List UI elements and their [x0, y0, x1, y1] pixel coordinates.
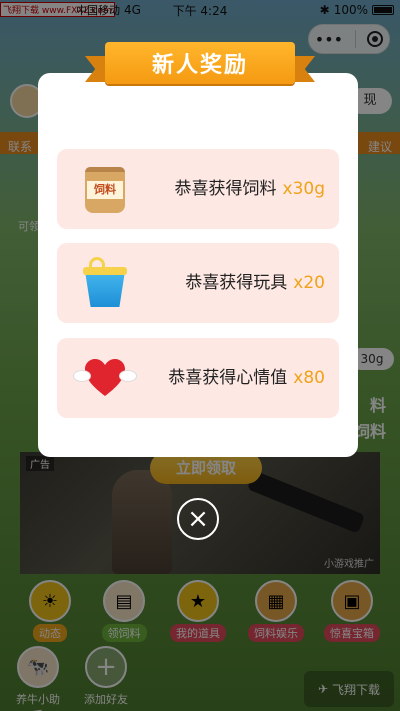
close-icon: ×	[187, 504, 209, 534]
reward-text: 恭喜获得玩具	[185, 273, 288, 293]
winged-heart-icon	[73, 352, 137, 404]
bucket-toy-icon	[79, 257, 131, 309]
reward-qty: x20	[293, 273, 325, 293]
reward-item-mood: 恭喜获得心情值 x80	[57, 338, 339, 418]
reward-qty: x30g	[282, 179, 325, 199]
feed-bag-body: 饲料	[85, 167, 125, 213]
modal-title: 新人奖励	[105, 42, 295, 84]
feed-bag-label: 饲料	[87, 181, 123, 199]
wing-right	[119, 370, 137, 382]
reward-item-feed: 饲料 恭喜获得饲料 x30g	[57, 149, 339, 229]
bucket-body	[85, 271, 125, 307]
reward-text: 恭喜获得心情值	[168, 368, 288, 388]
feed-bag-icon: 饲料	[79, 163, 131, 215]
reward-item-toy: 恭喜获得玩具 x20	[57, 243, 339, 323]
bucket-rim	[83, 267, 127, 275]
reward-qty: x80	[293, 368, 325, 388]
wing-left	[73, 370, 91, 382]
reward-text: 恭喜获得饲料	[174, 179, 277, 199]
close-modal-button[interactable]: ×	[177, 498, 219, 540]
modal-title-ribbon: 新人奖励	[85, 42, 315, 84]
